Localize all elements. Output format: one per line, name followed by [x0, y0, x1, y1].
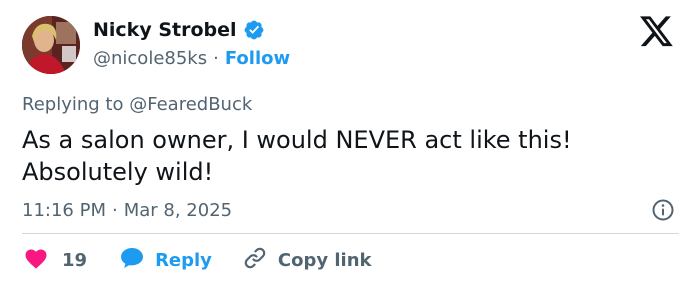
verified-badge-icon	[243, 19, 265, 41]
copy-link-label: Copy link	[277, 249, 372, 271]
info-icon[interactable]	[651, 198, 675, 222]
copy-link-button[interactable]: Copy link	[242, 245, 372, 276]
x-logo-icon[interactable]	[640, 16, 676, 50]
tweet-embed-card: Nicky Strobel @nicole85ks · Follow Reply…	[0, 0, 700, 287]
author-name-row: Nicky Strobel	[93, 16, 265, 44]
replying-to-mention[interactable]: @FearedBuck	[129, 94, 252, 115]
tweet-date: Mar 8, 2025	[123, 200, 233, 221]
link-icon	[242, 245, 268, 276]
author-handle[interactable]: @nicole85ks	[93, 46, 207, 72]
reply-label: Reply	[155, 249, 212, 271]
tweet-text-line: Absolutely wild!	[22, 158, 214, 186]
avatar-photo	[22, 16, 80, 74]
follow-button[interactable]: Follow	[225, 46, 290, 72]
author-display-name[interactable]: Nicky Strobel	[93, 16, 237, 44]
action-bar: 19 Reply Copy link	[22, 246, 372, 274]
handle-separator: ·	[213, 48, 219, 69]
tweet-time: 11:16 PM	[22, 200, 106, 221]
tweet-text: As a salon owner, I would NEVER act like…	[22, 124, 662, 188]
like-count: 19	[62, 249, 88, 271]
divider	[22, 233, 679, 234]
like-button[interactable]: 19	[24, 247, 87, 274]
avatar[interactable]	[22, 16, 80, 74]
heart-icon	[24, 247, 48, 274]
replying-to: Replying to @FearedBuck	[22, 92, 252, 118]
tweet-text-line: As a salon owner, I would NEVER act like…	[22, 126, 572, 154]
replying-to-prefix: Replying to	[22, 94, 124, 115]
author-handle-row: @nicole85ks · Follow	[93, 46, 290, 72]
timestamp-separator: ·	[111, 200, 118, 221]
reply-button[interactable]: Reply	[119, 246, 212, 275]
tweet-timestamp[interactable]: 11:16 PM · Mar 8, 2025	[22, 198, 232, 224]
speech-bubble-icon	[119, 246, 145, 275]
